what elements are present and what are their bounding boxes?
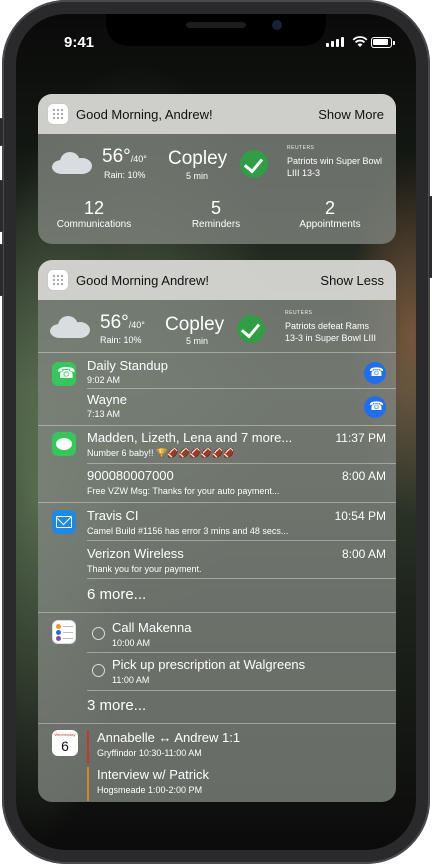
- front-camera: [272, 20, 282, 30]
- divider: [38, 425, 396, 426]
- phone-frame: 9:41 Good Morning, Andrew! Show More 56°…: [0, 0, 432, 864]
- morning-widget-compact[interactable]: Good Morning, Andrew! Show More 56°/40° …: [38, 94, 396, 244]
- summary-row: 56°/40° Rain: 10% Copley 5 min REUTERS P…: [38, 300, 396, 352]
- widget-title: Good Morning Andrew!: [76, 272, 209, 288]
- divider: [38, 352, 396, 353]
- reminder-row[interactable]: Call Makenna 10:00 AM: [38, 618, 396, 654]
- mail-row[interactable]: Travis CI 10:54 PM Camel Build #1156 has…: [38, 506, 396, 540]
- rain-chance: Rain: 10%: [100, 335, 142, 345]
- news-headline[interactable]: Patriots win Super Bowl LIII 13-3: [287, 155, 382, 179]
- call-back-button[interactable]: [364, 396, 386, 418]
- call-back-button[interactable]: [364, 362, 386, 384]
- divider: [38, 612, 396, 613]
- divider: [87, 463, 396, 464]
- divider: [87, 388, 396, 389]
- message-row[interactable]: 900080007000 8:00 AM Free VZW Msg: Thank…: [38, 466, 396, 500]
- show-less-button[interactable]: Show Less: [320, 273, 384, 288]
- news-headline[interactable]: Patriots defeat Rams 13-3 in Super Bowl …: [285, 320, 376, 344]
- reminder-row[interactable]: Pick up prescription at Walgreens 11:00 …: [38, 655, 396, 691]
- count-reminders[interactable]: 5 Reminders: [156, 198, 276, 230]
- temperature: 56°/40°: [102, 146, 147, 167]
- lock-screen: 9:41 Good Morning, Andrew! Show More 56°…: [16, 14, 416, 850]
- divider: [38, 723, 396, 724]
- call-row[interactable]: Daily Standup 9:02 AM: [38, 356, 396, 390]
- morning-widget-expanded[interactable]: Good Morning Andrew! Show Less 56°/40° R…: [38, 260, 396, 802]
- commute-destination: Copley: [165, 314, 225, 335]
- message-row[interactable]: Madden, Lizeth, Lena and 7 more... 11:37…: [38, 428, 396, 462]
- mail-row[interactable]: Verizon Wireless 8:00 AM Thank you for y…: [38, 544, 396, 578]
- reminders-more-link[interactable]: 3 more...: [87, 697, 146, 714]
- volume-down-button[interactable]: [0, 244, 3, 296]
- speaker-grille: [186, 22, 246, 28]
- battery-icon: [371, 37, 395, 48]
- count-appointments[interactable]: 2 Appointments: [270, 198, 390, 230]
- reminder-checkbox[interactable]: [92, 627, 105, 640]
- widget-header: Good Morning Andrew! Show Less: [38, 260, 396, 300]
- checkmark-icon: [237, 315, 265, 343]
- mail-more-link[interactable]: 6 more...: [87, 586, 146, 603]
- status-bar: 9:41: [16, 34, 416, 54]
- app-grid-icon: [48, 104, 68, 124]
- volume-up-button[interactable]: [0, 180, 3, 232]
- divider: [87, 540, 396, 541]
- divider: [38, 502, 396, 503]
- rain-chance: Rain: 10%: [104, 170, 146, 180]
- cellular-signal-icon: [326, 37, 344, 47]
- wifi-icon: [352, 36, 368, 47]
- cloud-icon: [50, 314, 92, 338]
- news-source: REUTERS: [287, 145, 315, 151]
- count-communications[interactable]: 12 Communications: [38, 198, 154, 230]
- reminder-checkbox[interactable]: [92, 664, 105, 677]
- commute-eta: 5 min: [186, 171, 209, 181]
- widget-title: Good Morning, Andrew!: [76, 106, 213, 122]
- show-more-button[interactable]: Show More: [318, 107, 384, 122]
- status-time: 9:41: [64, 34, 95, 51]
- summary-counts: 12 Communications 5 Reminders 2 Appointm…: [38, 198, 396, 238]
- cloud-icon: [52, 150, 94, 174]
- event-row[interactable]: Interview w/ Patrick Hogsmeade 1:00-2:00…: [38, 765, 396, 801]
- checkmark-icon: [240, 150, 268, 178]
- commute-destination: Copley: [168, 148, 228, 169]
- call-row[interactable]: Wayne 7:13 AM: [38, 390, 396, 424]
- app-grid-icon: [48, 270, 68, 290]
- widget-header: Good Morning, Andrew! Show More: [38, 94, 396, 134]
- summary-row: 56°/40° Rain: 10% Copley 5 min REUTERS P…: [38, 134, 396, 194]
- commute-eta: 5 min: [186, 336, 209, 346]
- divider: [87, 578, 396, 579]
- mute-switch[interactable]: [0, 118, 3, 146]
- temperature: 56°/40°: [100, 312, 145, 333]
- news-source: REUTERS: [285, 310, 313, 316]
- divider: [87, 690, 396, 691]
- event-row[interactable]: Annabelle ↔ Andrew 1:1 Gryffindor 10:30-…: [38, 728, 396, 764]
- divider: [87, 652, 396, 653]
